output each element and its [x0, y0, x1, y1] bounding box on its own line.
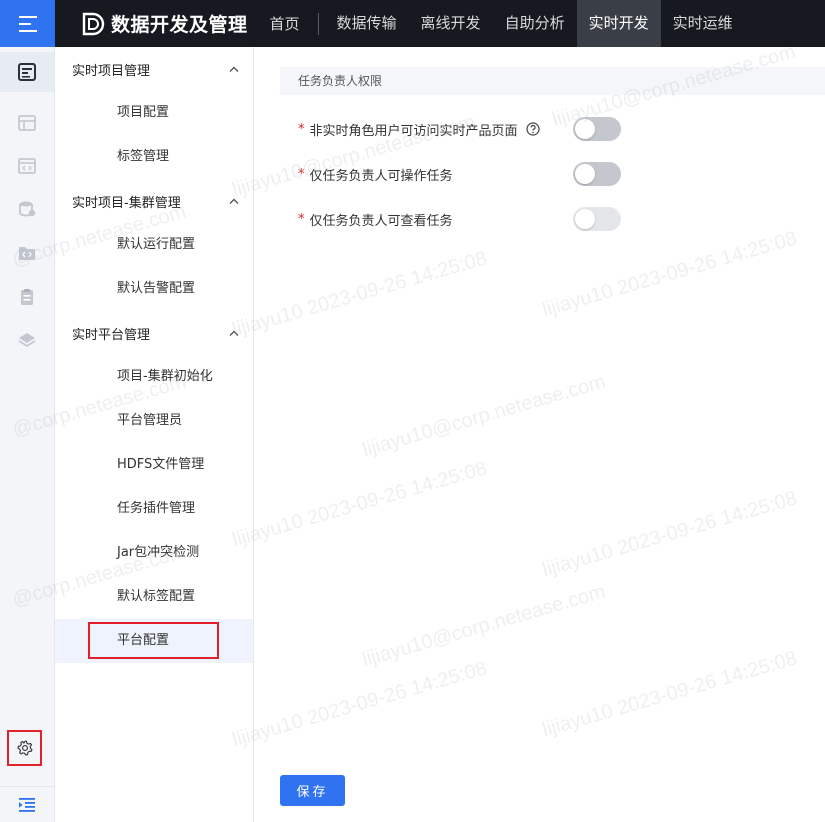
toggle-knob — [575, 209, 595, 229]
chevron-up-icon — [229, 66, 239, 72]
chevron-up-icon — [229, 198, 239, 204]
menu-group-project-cluster[interactable]: 实时项目-集群管理 — [55, 179, 253, 223]
rail-item-dashboard[interactable] — [0, 52, 54, 92]
menu-group-title: 实时项目管理 — [72, 63, 151, 79]
save-button[interactable]: 保存 — [280, 775, 345, 806]
toggle-owner-operate[interactable] — [573, 162, 621, 186]
rail-item-database[interactable] — [0, 189, 54, 229]
nav-item-realtime-ops[interactable]: 实时运维 — [661, 0, 745, 47]
dashboard-icon — [18, 63, 36, 81]
top-bar: 数据开发及管理 首页 数据传输 离线开发 自助分析 实时开发 实时运维 — [0, 0, 825, 47]
rail-item-folder-code[interactable] — [0, 233, 54, 273]
menu-item-default-alert-config[interactable]: 默认告警配置 — [55, 267, 253, 311]
database-icon — [19, 201, 36, 217]
rail-item-clipboard[interactable] — [0, 277, 54, 317]
menu-group-platform[interactable]: 实时平台管理 — [55, 311, 253, 355]
toggle-knob — [575, 119, 595, 139]
help-button[interactable] — [525, 122, 540, 136]
rail-item-layers[interactable] — [0, 320, 54, 360]
highlight-box — [88, 622, 219, 659]
rail-item-table[interactable] — [0, 103, 54, 143]
menu-item-hdfs-files[interactable]: HDFS文件管理 — [55, 443, 253, 487]
nav-item-realtime-dev[interactable]: 实时开发 — [576, 0, 661, 47]
question-circle-icon — [525, 122, 540, 136]
collapse-menu-button[interactable] — [0, 786, 54, 822]
setting-row: * 仅任务负责人可查看任务 — [298, 207, 453, 231]
setting-row: * 非实时角色用户可访问实时产品页面 — [298, 117, 540, 141]
nav-item-offline-dev[interactable]: 离线开发 — [409, 0, 493, 47]
menu-item-task-plugins[interactable]: 任务插件管理 — [55, 487, 253, 531]
rail-item-code[interactable] — [0, 146, 54, 186]
nav-item-self-analysis[interactable]: 自助分析 — [493, 0, 577, 47]
setting-row: * 仅任务负责人可操作任务 — [298, 162, 453, 186]
menu-group-title: 实时项目-集群管理 — [72, 195, 181, 211]
required-mark: * — [298, 211, 305, 227]
section-title: 任务负责人权限 — [280, 67, 825, 95]
table-icon — [18, 115, 36, 131]
nav-item-data-transfer[interactable]: 数据传输 — [325, 0, 409, 47]
main-content: 任务负责人权限 * 非实时角色用户可访问实时产品页面 * 仅任务负责人可操作任务… — [254, 47, 825, 822]
menu-item-platform-admin[interactable]: 平台管理员 — [55, 399, 253, 443]
brand[interactable]: 数据开发及管理 — [81, 10, 248, 37]
menu-item-jar-conflict[interactable]: Jar包冲突检测 — [55, 531, 253, 575]
sub-menu: 实时项目管理 项目配置 标签管理 实时项目-集群管理 默认运行配置 默认告警配置… — [55, 47, 254, 822]
toggle-owner-view[interactable] — [573, 207, 621, 231]
toggle-knob — [575, 164, 595, 184]
top-nav: 首页 数据传输 离线开发 自助分析 实时开发 实时运维 — [258, 0, 745, 47]
menu-toggle-button[interactable] — [0, 0, 55, 47]
folder-code-icon — [19, 247, 35, 260]
menu-item-cluster-init[interactable]: 项目-集群初始化 — [55, 355, 253, 399]
clipboard-icon — [21, 289, 33, 305]
menu-group-realtime-project[interactable]: 实时项目管理 — [55, 47, 253, 91]
layers-icon — [18, 333, 36, 348]
gear-icon — [16, 740, 33, 756]
toggle-non-realtime-access[interactable] — [573, 117, 621, 141]
menu-item-project-config[interactable]: 项目配置 — [55, 91, 253, 135]
menu-item-default-tags[interactable]: 默认标签配置 — [55, 575, 253, 619]
setting-label: 仅任务负责人可操作任务 — [309, 168, 453, 184]
menu-group-title: 实时平台管理 — [72, 327, 151, 343]
settings-button[interactable] — [7, 730, 42, 766]
menu-icon — [18, 15, 37, 32]
app-title: 数据开发及管理 — [111, 14, 248, 36]
icon-rail — [0, 47, 55, 822]
menu-item-default-run-config[interactable]: 默认运行配置 — [55, 223, 253, 267]
code-window-icon — [18, 158, 36, 174]
setting-label: 仅任务负责人可查看任务 — [309, 213, 453, 229]
required-mark: * — [298, 166, 305, 182]
nav-item-home[interactable]: 首页 — [258, 12, 319, 35]
indent-icon — [19, 797, 35, 812]
required-mark: * — [298, 121, 305, 137]
setting-label: 非实时角色用户可访问实时产品页面 — [309, 123, 518, 139]
logo-icon — [82, 12, 105, 35]
menu-item-tag-management[interactable]: 标签管理 — [55, 135, 253, 179]
chevron-up-icon — [229, 330, 239, 336]
